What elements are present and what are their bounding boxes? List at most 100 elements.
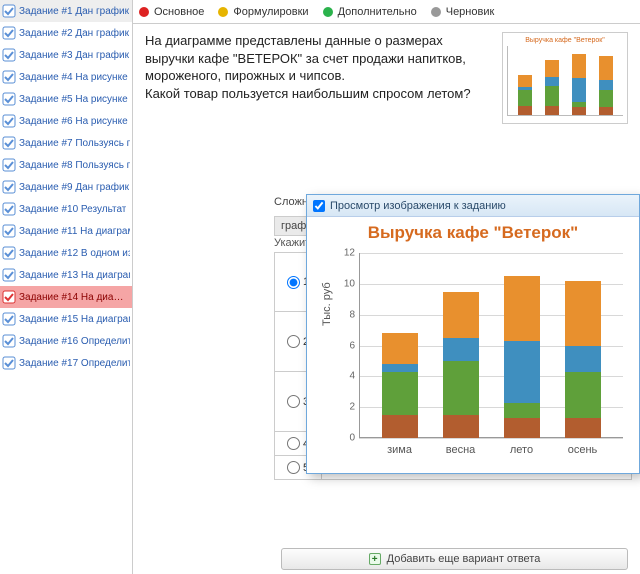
- task-item[interactable]: Задание #15 На диаграм: [0, 308, 132, 330]
- xlabel: лето: [504, 444, 540, 456]
- task-item[interactable]: Задание #3 Дан график: [0, 44, 132, 66]
- bar-segment: [504, 418, 540, 438]
- tab-label: Черновик: [446, 6, 495, 18]
- ytick: 0: [337, 433, 355, 444]
- check-icon: [2, 136, 16, 150]
- chart-area: Тыс. руб 024681012: [359, 253, 623, 438]
- task-label: Задание #11 На диаграм: [19, 226, 130, 237]
- task-item[interactable]: Задание #1 Дан график: [0, 0, 132, 22]
- ytick: 10: [337, 278, 355, 289]
- ytick: 6: [337, 340, 355, 351]
- add-option-button[interactable]: + Добавить еще вариант ответа: [281, 548, 628, 570]
- check-icon: [2, 92, 16, 106]
- check-icon: [2, 224, 16, 238]
- option-radio[interactable]: [287, 335, 300, 348]
- task-item[interactable]: Задание #10 Результат: [0, 198, 132, 220]
- bar-segment: [599, 56, 613, 81]
- tab[interactable]: Дополнительно: [323, 6, 417, 18]
- check-icon: [2, 202, 16, 216]
- tabs-bar: Основное Формулировки Дополнительно Чернови…: [133, 0, 640, 24]
- chart-thumbnail[interactable]: Выручка кафе "Ветерок": [502, 32, 628, 124]
- tab-dot-icon: [218, 7, 228, 17]
- thumb-title: Выручка кафе "Ветерок": [507, 37, 623, 44]
- image-preview-popup[interactable]: Просмотр изображения к заданию Выручка к…: [306, 194, 640, 474]
- tab-label: Дополнительно: [338, 6, 417, 18]
- bar-segment: [504, 276, 540, 341]
- tab[interactable]: Основное: [139, 6, 204, 18]
- task-label: Задание #2 Дан график: [19, 28, 129, 39]
- tab-label: Основное: [154, 6, 204, 18]
- task-item[interactable]: Задание #13 На диаграм: [0, 264, 132, 286]
- bar-segment: [572, 78, 586, 101]
- task-item[interactable]: Задание #4 На рисунке: [0, 66, 132, 88]
- option-radio[interactable]: [287, 276, 300, 289]
- bar-segment: [599, 80, 613, 90]
- tab-dot-icon: [139, 7, 149, 17]
- bar-segment: [443, 415, 479, 438]
- task-item[interactable]: Задание #17 Определить: [0, 352, 132, 374]
- task-item[interactable]: Задание #9 Дан график: [0, 176, 132, 198]
- bar: [599, 56, 613, 115]
- bar-segment: [518, 90, 532, 106]
- ytick: 8: [337, 309, 355, 320]
- task-label: Задание #6 На рисунке: [19, 116, 128, 127]
- question-text: На диаграмме представлены данные о разме…: [145, 32, 485, 102]
- bar-segment: [443, 361, 479, 415]
- bar: [518, 75, 532, 115]
- bar: [545, 60, 559, 115]
- thumb-chart: [507, 46, 623, 116]
- option-radio[interactable]: [287, 437, 300, 450]
- bar-segment: [504, 403, 540, 418]
- task-item[interactable]: Задание #7 Пользуясь г: [0, 132, 132, 154]
- bar: [443, 292, 479, 438]
- option-radio[interactable]: [287, 461, 300, 474]
- bar-segment: [565, 418, 601, 438]
- tab-dot-icon: [323, 7, 333, 17]
- task-item[interactable]: Задание #16 Определить: [0, 330, 132, 352]
- task-label: Задание #7 Пользуясь г: [19, 138, 130, 149]
- task-label: Задание #8 Пользуясь г: [19, 160, 130, 171]
- bar: [572, 54, 586, 115]
- xlabel: весна: [443, 444, 479, 456]
- popup-titlebar[interactable]: Просмотр изображения к заданию: [307, 195, 639, 217]
- task-label: Задание #15 На диаграм: [19, 314, 130, 325]
- chart-xlabels: зимавесналетоосень: [359, 444, 623, 456]
- task-item[interactable]: Задание #6 На рисунке: [0, 110, 132, 132]
- task-label: Задание #17 Определить: [19, 358, 130, 369]
- bar: [565, 281, 601, 438]
- check-icon: [2, 268, 16, 282]
- bar-segment: [572, 54, 586, 79]
- bar-segment: [599, 107, 613, 115]
- check-icon: [2, 312, 16, 326]
- bar-segment: [382, 415, 418, 438]
- tab[interactable]: Черновик: [431, 6, 495, 18]
- task-label: Задание #3 Дан график: [19, 50, 129, 61]
- popup-title-text: Просмотр изображения к заданию: [330, 200, 506, 212]
- tab[interactable]: Формулировки: [218, 6, 308, 18]
- chart-title: Выручка кафе "Ветерок": [317, 223, 629, 243]
- task-label: Задание #10 Результат: [19, 204, 126, 215]
- task-item[interactable]: Задание #5 На рисунке: [0, 88, 132, 110]
- task-label: Задание #14 На диа…: [19, 292, 123, 303]
- task-item[interactable]: Задание #11 На диаграм: [0, 220, 132, 242]
- check-icon: [2, 356, 16, 370]
- task-item[interactable]: Задание #14 На диа…: [0, 286, 132, 308]
- bar-segment: [443, 292, 479, 338]
- bar-segment: [504, 341, 540, 403]
- bar-segment: [545, 77, 559, 86]
- check-icon: [2, 26, 16, 40]
- bar-segment: [382, 364, 418, 372]
- task-label: Задание #5 На рисунке: [19, 94, 128, 105]
- task-item[interactable]: Задание #8 Пользуясь г: [0, 154, 132, 176]
- popup-checkbox[interactable]: [313, 200, 325, 212]
- task-label: Задание #16 Определить: [19, 336, 130, 347]
- task-label: Задание #4 На рисунке: [19, 72, 128, 83]
- task-label: Задание #12 В одном из: [19, 248, 130, 259]
- task-item[interactable]: Задание #12 В одном из: [0, 242, 132, 264]
- tab-dot-icon: [431, 7, 441, 17]
- bar-segment: [545, 106, 559, 115]
- option-radio[interactable]: [287, 395, 300, 408]
- check-icon: [2, 48, 16, 62]
- check-icon: [2, 4, 16, 18]
- task-item[interactable]: Задание #2 Дан график: [0, 22, 132, 44]
